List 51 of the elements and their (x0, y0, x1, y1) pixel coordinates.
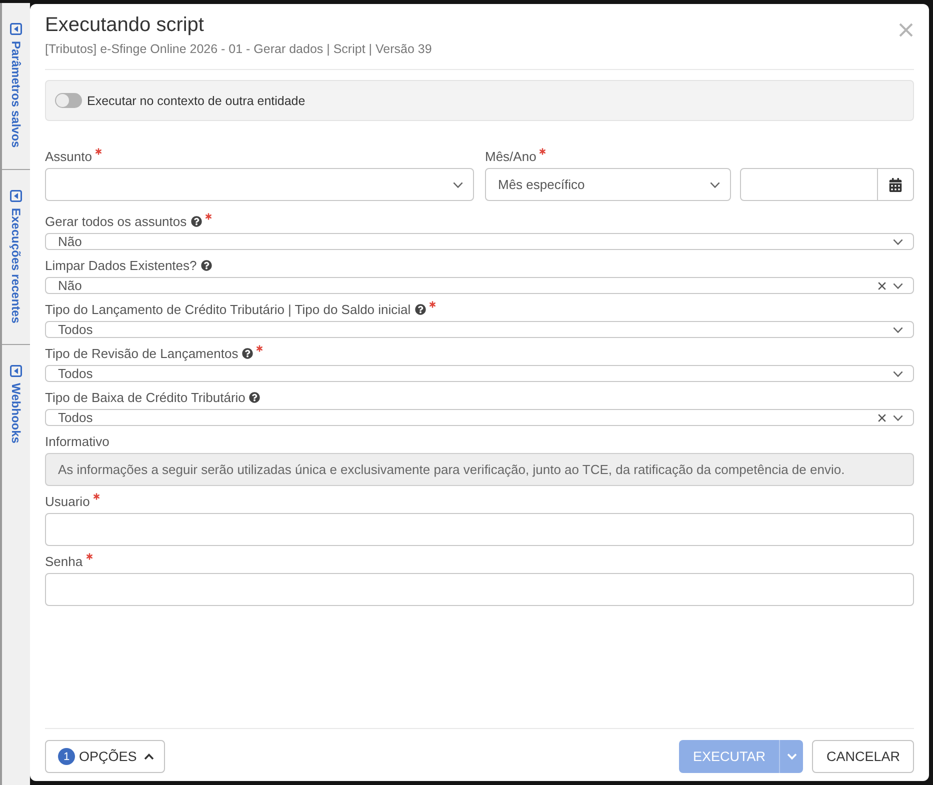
calendar-button[interactable] (877, 168, 914, 201)
side-tab[interactable]: Parâmetros salvos (2, 3, 30, 169)
info-field: As informações a seguir serão utilizadas única e exclusivamente para verificação, junto ao TCE, da ratificação da competência de envio. (45, 453, 914, 486)
select-field[interactable]: Mês específico (485, 168, 731, 201)
field-label: Senha (45, 554, 83, 568)
chevron-up-icon (144, 753, 154, 760)
close-icon (899, 23, 913, 37)
chevron-down-icon (893, 414, 903, 420)
field-label: Gerar todos os assuntos (45, 214, 187, 228)
chevron-down-icon (893, 370, 903, 376)
select-field[interactable]: Não (45, 233, 914, 250)
calendar-icon (889, 178, 902, 192)
date-input[interactable] (740, 168, 878, 201)
field-label: Tipo de Baixa de Crédito Tributário (45, 390, 246, 404)
toggle-switch[interactable] (55, 93, 82, 108)
chevron-down-icon (893, 238, 903, 244)
input-field[interactable] (45, 513, 914, 546)
caret-square-icon (10, 365, 22, 378)
caret-square-icon (10, 23, 22, 35)
chevron-down-icon (893, 282, 903, 288)
caret-down-icon (786, 753, 797, 760)
select-field[interactable] (45, 168, 474, 201)
caret-square-icon (10, 190, 22, 202)
clear-icon[interactable] (878, 414, 886, 422)
help-icon[interactable] (242, 348, 254, 358)
input-field[interactable] (45, 573, 914, 606)
field-label: Tipo de Revisão de Lançamentos (45, 346, 238, 360)
cancel-button[interactable]: CANCELAR (812, 740, 914, 773)
field-label: Limpar Dados Existentes? (45, 258, 197, 272)
select-field[interactable]: Não (45, 277, 914, 294)
chevron-down-icon (893, 326, 903, 332)
help-icon[interactable] (414, 304, 426, 314)
help-icon[interactable] (200, 260, 212, 270)
field-label: Assunto (45, 148, 92, 164)
chevron-down-icon (453, 182, 463, 188)
help-icon[interactable] (249, 392, 260, 402)
toggle-label: Executar no contexto de outra entidade (87, 94, 306, 108)
dialog-title: Executando script (45, 13, 204, 37)
select-field[interactable]: Todos (45, 365, 914, 382)
field-label: Tipo do Lançamento de Crédito Tributário | Tipo do Saldo inicial (45, 302, 411, 316)
chevron-down-icon (710, 182, 720, 188)
help-icon[interactable] (190, 216, 202, 226)
select-field[interactable]: Todos (45, 321, 914, 338)
field-label: Mês/Ano (485, 148, 536, 164)
options-button[interactable]: 1 OPÇÕES (45, 740, 165, 773)
select-field[interactable]: Todos (45, 409, 914, 426)
field-label: Usuario (45, 494, 90, 508)
field-label: Informativo (45, 434, 110, 448)
clear-icon[interactable] (878, 282, 886, 290)
count-badge: 1 (58, 748, 75, 765)
dialog-subtitle: [Tributos] e-Sfinge Online 2026 - 01 - Gerar dados | Script | Versão 39 (45, 41, 432, 58)
